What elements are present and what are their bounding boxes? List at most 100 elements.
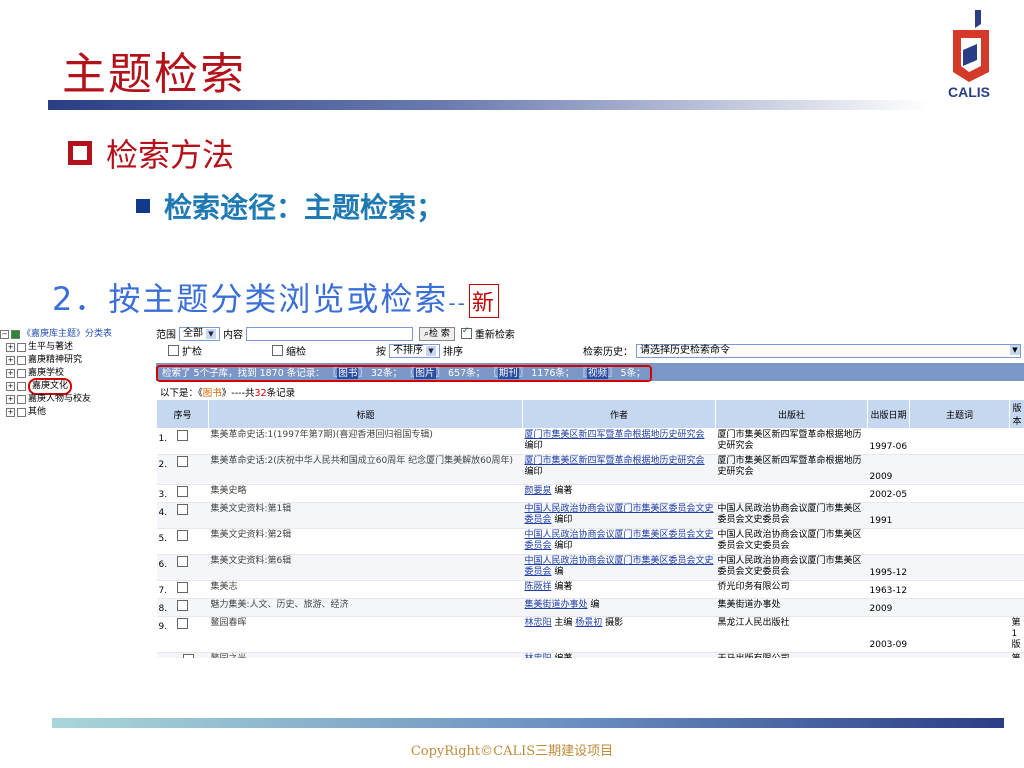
collapse-icon[interactable]: −: [0, 330, 9, 339]
title-cell[interactable]: 魅力集美:人文、历史、旅游、经济: [208, 598, 523, 617]
author-link[interactable]: 陈厥祥: [525, 582, 552, 592]
title-cell[interactable]: 集美革命史话:2(庆祝中华人民共和国成立60周年 纪念厦门集美解放60周年): [208, 454, 523, 485]
hit-summary: 检索了 5个子库，找到 1870 条记录： 〖图书〗 32条； 〖图片〗 657…: [156, 365, 652, 382]
step-heading-text: 2．按主题分类浏览或检索: [52, 280, 449, 318]
row-checkbox[interactable]: [177, 556, 189, 567]
hit-link-books[interactable]: 图书: [337, 368, 359, 379]
author-link[interactable]: 厦门市集美区新四军暨革命根据地历史研究会: [525, 456, 705, 466]
hit-link-images[interactable]: 图片: [414, 368, 436, 379]
column-header[interactable]: 版本: [1009, 399, 1024, 429]
title-cell[interactable]: 鳌园春晖: [208, 616, 523, 653]
author-link[interactable]: 杨景初: [575, 618, 602, 628]
hit-link-videos[interactable]: 视频: [586, 368, 608, 379]
title-divider: [48, 100, 928, 110]
row-checkbox[interactable]: [177, 486, 189, 497]
new-tag-badge: 新: [468, 284, 499, 318]
tree-item[interactable]: + 嘉庚精神研究: [0, 354, 145, 367]
table-row[interactable]: 10.鳌园之光林忠阳 编著天马出版有限公司2006-03第1版: [156, 652, 1024, 658]
edition-cell: [1009, 528, 1024, 555]
expand-icon[interactable]: +: [6, 343, 15, 352]
scope-select[interactable]: 全部 ▼: [179, 326, 220, 341]
table-row[interactable]: 9. 鳌园春晖 林忠阳 主编 杨景初 摄影 黑龙江人民出版社 2003-09 第1版: [156, 616, 1024, 653]
column-header[interactable]: 标题: [208, 399, 523, 429]
expand-icon[interactable]: +: [6, 408, 15, 417]
expand-checkbox[interactable]: [168, 345, 179, 356]
column-header[interactable]: 出版社: [715, 399, 868, 429]
author-link[interactable]: 中国人民政治协商会议厦门市集美区委员会文史委员会: [525, 504, 714, 525]
table-row[interactable]: 7. 集美志 陈厥祥 编著 侨光印务有限公司 1963-12: [156, 580, 1024, 599]
title-cell[interactable]: 集美革命史话:1(1997年第7期)(喜迎香港回归祖国专辑): [208, 428, 523, 455]
tree-root[interactable]: − 《嘉庚库主题》分类表: [0, 328, 145, 341]
title-cell[interactable]: 集美文史资料:第6辑: [208, 554, 523, 581]
tree-checkbox[interactable]: [17, 382, 26, 391]
author-link[interactable]: 林忠阳: [525, 654, 552, 658]
expand-icon[interactable]: +: [6, 395, 15, 404]
dropdown-arrow-icon[interactable]: ▼: [1010, 344, 1020, 355]
tree-checkbox[interactable]: [17, 395, 26, 404]
tree-item-label[interactable]: 嘉庚精神研究: [28, 354, 82, 367]
tree-item[interactable]: + 其他: [0, 406, 145, 419]
title-cell[interactable]: 集美文史资料:第2辑: [208, 528, 523, 555]
narrow-checkbox[interactable]: [272, 345, 283, 356]
column-header[interactable]: 主题词: [909, 399, 1010, 429]
tree-checkbox[interactable]: [17, 356, 26, 365]
tree-item[interactable]: + 嘉庚学校: [0, 367, 145, 380]
tree-item[interactable]: + 嘉庚文化: [0, 378, 145, 395]
row-checkbox[interactable]: [182, 654, 194, 658]
dropdown-arrow-icon[interactable]: ▼: [426, 345, 436, 356]
tree-item[interactable]: + 生平与著述: [0, 341, 145, 354]
column-header[interactable]: 出版日期: [867, 399, 910, 429]
tree-item-label[interactable]: 生平与著述: [28, 341, 73, 354]
search-button[interactable]: ⌕检 索: [419, 326, 455, 341]
row-number: 3.: [158, 490, 168, 500]
hit-link-journals[interactable]: 期刊: [497, 368, 519, 379]
tree-item-label[interactable]: 嘉庚人物与校友: [28, 393, 91, 406]
tree-item[interactable]: + 嘉庚人物与校友: [0, 393, 145, 406]
tree-checkbox[interactable]: [17, 408, 26, 417]
column-header[interactable]: 序号: [156, 399, 209, 429]
row-checkbox[interactable]: [177, 582, 189, 593]
author-link[interactable]: 中国人民政治协商会议厦门市集美区委员会文史委员会: [525, 556, 714, 577]
table-row[interactable]: 3. 集美史略 颜要泉 编著 2002-05: [156, 484, 1024, 503]
row-checkbox[interactable]: [177, 600, 189, 611]
history-select[interactable]: 请选择历史检索命令 ▼: [636, 343, 1021, 358]
hit-count: 657条；: [448, 368, 486, 379]
author-role: 主编: [554, 618, 573, 628]
column-header[interactable]: 作者: [522, 399, 716, 429]
row-checkbox[interactable]: [177, 504, 189, 515]
re-search-checkbox[interactable]: [460, 326, 472, 339]
row-checkbox[interactable]: [177, 456, 189, 467]
author-link[interactable]: 颜要泉: [525, 486, 552, 496]
table-row[interactable]: 1. 集美革命史话:1(1997年第7期)(喜迎香港回归祖国专辑) 厦门市集美区新四…: [156, 428, 1024, 455]
tree-checkbox[interactable]: [11, 330, 20, 339]
crumb-middle: 》----共: [221, 388, 255, 399]
row-checkbox[interactable]: [177, 430, 189, 441]
table-row[interactable]: 5. 集美文史资料:第2辑 中国人民政治协商会议厦门市集美区委员会文史委员会 编印中…: [156, 528, 1024, 555]
title-cell[interactable]: 集美文史资料:第1辑: [208, 502, 523, 529]
table-row[interactable]: 8. 魅力集美:人文、历史、旅游、经济 集美街道办事处 编集美街道办事处 2009: [156, 598, 1024, 617]
dropdown-arrow-icon[interactable]: ▼: [206, 328, 216, 339]
expand-icon[interactable]: +: [6, 369, 15, 378]
tree-root-label[interactable]: 《嘉庚库主题》分类表: [22, 328, 112, 341]
tree-item-label[interactable]: 其他: [28, 406, 46, 419]
author-link[interactable]: 厦门市集美区新四军暨革命根据地历史研究会: [525, 430, 705, 440]
title-cell[interactable]: 集美志: [208, 580, 523, 599]
title-cell[interactable]: 集美史略: [208, 484, 523, 503]
title-cell[interactable]: 鳌园之光: [208, 652, 523, 658]
row-checkbox[interactable]: [177, 618, 189, 629]
author-link[interactable]: 集美街道办事处: [525, 600, 588, 610]
tree-checkbox[interactable]: [17, 369, 26, 378]
table-header-row: 序号 标题 作者 出版社 出版日期 主题词 版本: [156, 399, 1024, 429]
author-link[interactable]: 林忠阳: [525, 618, 552, 628]
search-row: 范围 全部▼ 内容 ⌕检 索 重新检索: [156, 325, 1024, 342]
expand-icon[interactable]: +: [6, 356, 15, 365]
row-checkbox[interactable]: [177, 530, 189, 541]
table-row[interactable]: 6. 集美文史资料:第6辑 中国人民政治协商会议厦门市集美区委员会文史委员会 编中国…: [156, 554, 1024, 581]
sort-select[interactable]: 不排序 ▼: [389, 343, 440, 358]
tree-checkbox[interactable]: [17, 343, 26, 352]
author-link[interactable]: 中国人民政治协商会议厦门市集美区委员会文史委员会: [525, 530, 714, 551]
expand-icon[interactable]: +: [6, 382, 15, 391]
table-row[interactable]: 2. 集美革命史话:2(庆祝中华人民共和国成立60周年 纪念厦门集美解放60周年)…: [156, 454, 1024, 485]
table-row[interactable]: 4. 集美文史资料:第1辑 中国人民政治协商会议厦门市集美区委员会文史委员会 编印中…: [156, 502, 1024, 529]
search-input[interactable]: [246, 326, 413, 341]
